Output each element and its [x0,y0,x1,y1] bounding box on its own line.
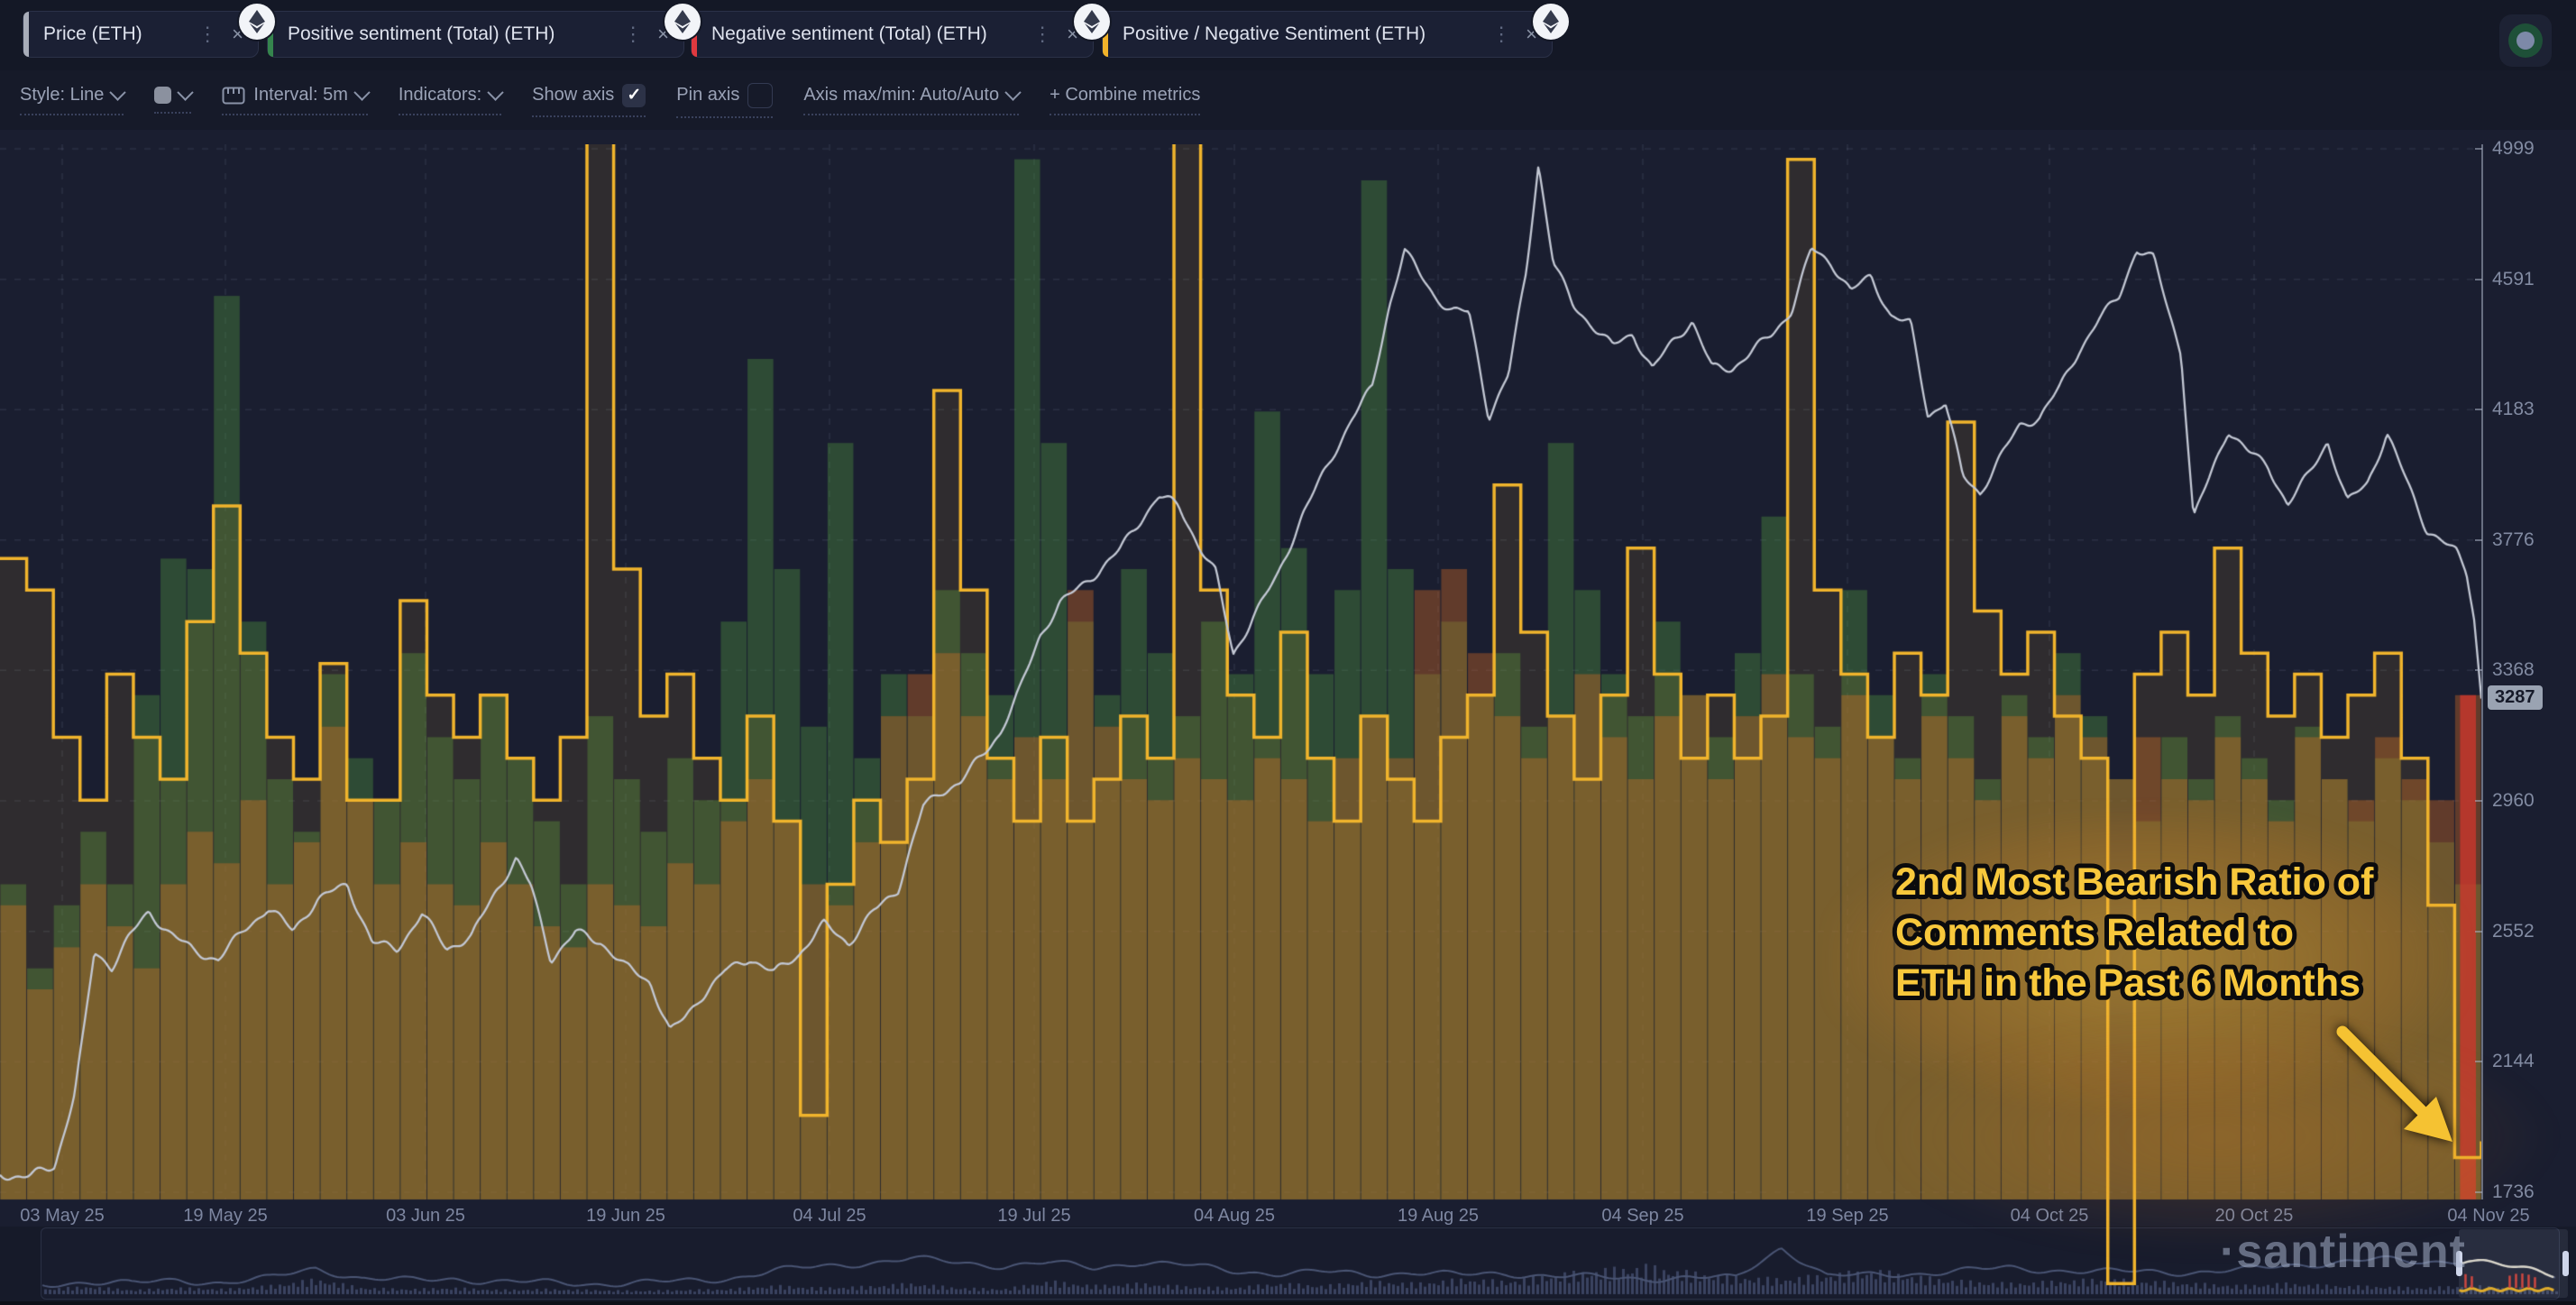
chart-toolbar: Style: Line Interval: 5m Indicators: Sho… [0,70,2576,130]
chevron-down-icon [110,84,126,100]
date-axis-label: 04 Sep 25 [1601,1206,1683,1227]
brush-right-handle[interactable] [2562,1251,2569,1276]
axis-tick-mark [2475,669,2482,671]
date-axis-label: 03 May 25 [20,1206,104,1227]
combine-metrics-label: + Combine metrics [1050,85,1200,106]
price-axis-label: 4999 [2492,138,2535,160]
price-axis-label: 1736 [2492,1181,2535,1203]
brush-left-handle[interactable] [2456,1251,2462,1276]
santiment-chart-app: Price (ETH)⋮×Positive sentiment (Total) … [0,0,2576,1305]
tab-label: Price (ETH) [29,23,151,45]
chevron-down-icon [178,84,194,100]
current-price-badge: 3287 [2488,685,2543,710]
profile-button[interactable] [2499,14,2552,67]
date-axis-label: 20 Oct 25 [2215,1206,2294,1227]
date-axis-label: 04 Jul 25 [793,1206,866,1227]
ruler-icon [222,87,245,105]
axis-tick-mark [2475,279,2482,280]
indicators-label: Indicators: [399,85,481,106]
tab-menu-icon[interactable]: ⋮ [616,23,650,46]
axis-tick-mark [2475,1061,2482,1062]
tab-menu-icon[interactable]: ⋮ [190,23,225,46]
price-axis-line[interactable] [2481,144,2483,1199]
checkmark-icon: ✓ [627,85,641,106]
price-axis-label: 3776 [2492,529,2535,551]
tab-positive-negative-sentiment-eth[interactable]: Positive / Negative Sentiment (ETH)⋮× [1102,11,1553,58]
price-axis-label: 2144 [2492,1051,2535,1072]
price-axis-label: 4591 [2492,269,2535,290]
price-axis-label: 2960 [2492,790,2535,812]
date-axis-label: 04 Aug 25 [1194,1206,1275,1227]
axis-maxmin-dropdown[interactable]: Axis max/min: Auto/Auto [803,85,1019,115]
chevron-down-icon [1004,84,1021,100]
date-axis-label: 19 May 25 [183,1206,267,1227]
axis-tick-mark [2475,409,2482,410]
eth-logo-icon [239,4,275,40]
bottom-edge [0,1301,2576,1305]
tab-label: Negative sentiment (Total) (ETH) [697,23,996,45]
pin-axis-toggle[interactable]: Pin axis [676,83,773,118]
pin-axis-checkbox[interactable] [747,83,773,108]
axis-tick-mark [2475,800,2482,802]
tab-negative-sentiment-total-eth[interactable]: Negative sentiment (Total) (ETH)⋮× [691,11,1094,58]
date-axis-label: 19 Jun 25 [586,1206,665,1227]
date-axis-label: 19 Sep 25 [1806,1206,1888,1227]
date-axis-label: 03 Jun 25 [386,1206,465,1227]
metric-tab-bar: Price (ETH)⋮×Positive sentiment (Total) … [0,0,2576,70]
minimap-brush-selection[interactable] [2459,1229,2568,1298]
combine-metrics-button[interactable]: + Combine metrics [1050,85,1200,115]
eth-logo-icon [665,4,701,40]
axis-tick-mark [2475,1191,2482,1193]
date-axis-label: 04 Nov 25 [2447,1206,2529,1227]
price-axis-label: 4183 [2492,399,2535,420]
style-dropdown[interactable]: Style: Line [20,85,124,115]
chart-plot-area[interactable] [0,144,2481,1299]
status-ring-icon [2508,23,2543,58]
axis-tick-mark [2475,931,2482,933]
date-axis-label: 19 Jul 25 [997,1206,1070,1227]
tab-menu-icon[interactable]: ⋮ [1025,23,1059,46]
indicators-dropdown[interactable]: Indicators: [399,85,501,115]
tab-label: Positive sentiment (Total) (ETH) [273,23,564,45]
pin-axis-label: Pin axis [676,85,739,106]
show-axis-toggle[interactable]: Show axis ✓ [532,84,646,117]
eth-logo-icon [1074,4,1110,40]
chevron-down-icon [353,84,370,100]
eth-logo-icon [1533,4,1569,40]
color-swatch-icon [154,87,171,104]
color-picker[interactable] [154,87,191,114]
interval-label: Interval: 5m [253,85,347,106]
date-axis-label: 19 Aug 25 [1398,1206,1479,1227]
style-label: Style: Line [20,85,104,106]
axis-tick-mark [2475,539,2482,541]
tab-label: Positive / Negative Sentiment (ETH) [1108,23,1435,45]
show-axis-label: Show axis [532,85,614,106]
tab-positive-sentiment-total-eth[interactable]: Positive sentiment (Total) (ETH)⋮× [267,11,684,58]
tab-price-eth[interactable]: Price (ETH)⋮× [23,11,259,58]
tab-menu-icon[interactable]: ⋮ [1484,23,1518,46]
axis-maxmin-label: Axis max/min: Auto/Auto [803,85,999,106]
chevron-down-icon [487,84,503,100]
interval-dropdown[interactable]: Interval: 5m [222,85,367,115]
date-axis-label: 04 Oct 25 [2011,1206,2089,1227]
axis-tick-mark [2475,148,2482,150]
price-axis-label: 2552 [2492,921,2535,942]
price-axis-label: 3368 [2492,659,2535,681]
show-axis-checkbox[interactable]: ✓ [622,84,646,107]
